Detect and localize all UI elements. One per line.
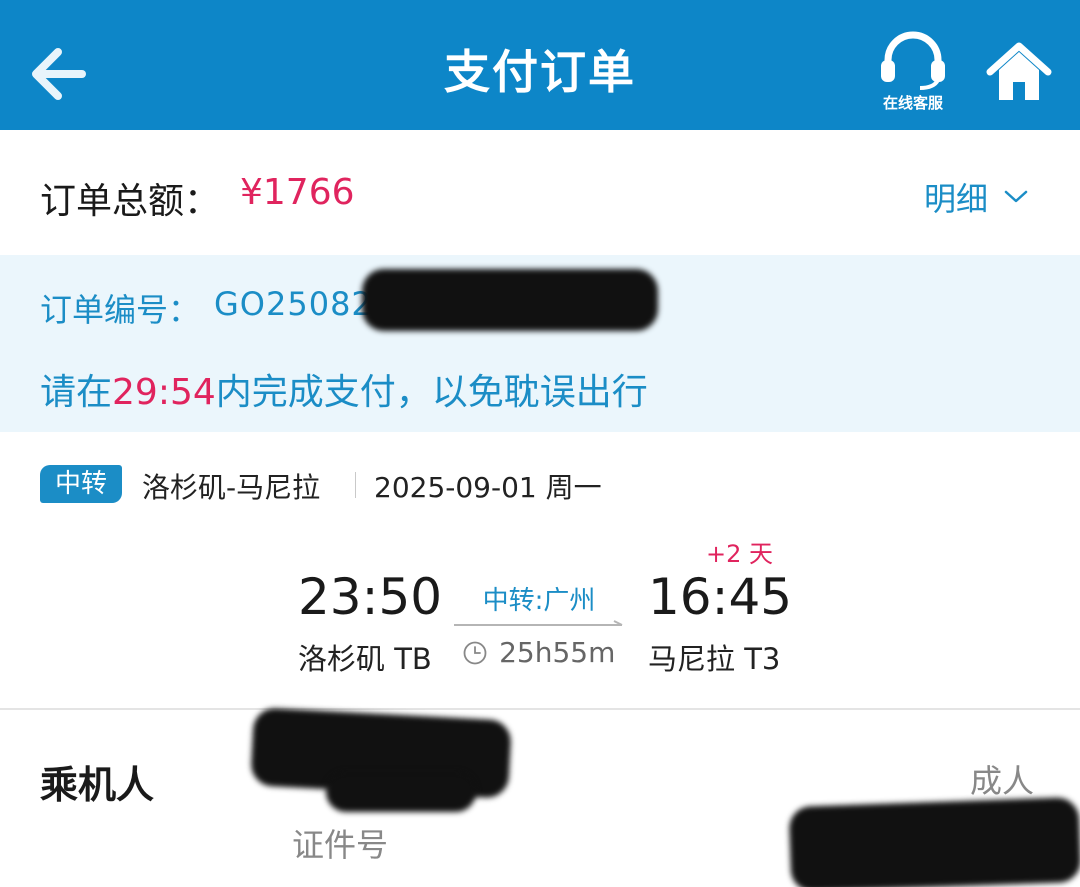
- flight-date: 2025-09-01 周一: [374, 471, 602, 504]
- chevron-down-icon: [1004, 190, 1028, 203]
- order-info-panel: 订单编号： GO250822 请在29:54内完成支付，以免耽误出行: [0, 255, 1080, 432]
- order-total-amount: ¥1766: [240, 172, 355, 213]
- arrival-day-offset: +2 天: [706, 540, 774, 568]
- clock-icon: [463, 641, 487, 664]
- departure-time: 23:50: [298, 568, 443, 626]
- flight-summary-card: 中转 洛杉矶-马尼拉 2025-09-01 周一 23:50 洛杉矶 TB 中转…: [0, 432, 1080, 708]
- redaction-mark: [362, 269, 658, 331]
- order-number-label: 订单编号：: [40, 291, 201, 329]
- payment-notice-suffix: 内完成支付，以免耽误出行: [215, 372, 648, 413]
- price-detail-label: 明细: [924, 180, 989, 218]
- redaction-mark: [326, 772, 476, 812]
- customer-service-label: 在线客服: [882, 94, 943, 112]
- route-separator: [355, 472, 356, 498]
- passenger-type: 成人: [970, 762, 1035, 800]
- arrival-airport: 马尼拉 T3: [648, 642, 781, 676]
- passenger-section-title: 乘机人: [40, 763, 155, 807]
- home-icon: [986, 42, 1052, 100]
- payment-notice-prefix: 请在: [40, 372, 113, 413]
- flight-route: 洛杉矶-马尼拉: [142, 471, 321, 504]
- headset-icon: [881, 31, 945, 90]
- order-total-label: 订单总额：: [40, 181, 221, 222]
- order-total-row: 订单总额： ¥1766 明细: [0, 130, 1080, 255]
- payment-countdown: 29:54: [112, 372, 216, 413]
- home-button[interactable]: [986, 42, 1052, 104]
- arrival-time: 16:45: [648, 568, 793, 626]
- payment-deadline-notice: 请在29:54内完成支付，以免耽误出行: [40, 363, 648, 415]
- customer-service-button[interactable]: 在线客服: [868, 30, 958, 120]
- redaction-mark: [788, 796, 1080, 887]
- flight-duration-text: 25h55m: [499, 636, 616, 669]
- passenger-section: 乘机人 成人 证件号: [0, 707, 1080, 887]
- transfer-city: 中转:广州: [482, 586, 596, 616]
- price-detail-toggle[interactable]: 明细: [924, 174, 1029, 218]
- transfer-badge: 中转: [40, 465, 122, 503]
- departure-airport: 洛杉矶 TB: [298, 642, 432, 676]
- id-number-label: 证件号: [292, 826, 389, 864]
- route-arrow-line: [454, 620, 623, 626]
- top-nav-bar: 支付订单 在线客服: [0, 0, 1080, 130]
- flight-duration: 25h55m: [462, 636, 615, 672]
- order-number-visible-start: GO25082: [214, 285, 373, 323]
